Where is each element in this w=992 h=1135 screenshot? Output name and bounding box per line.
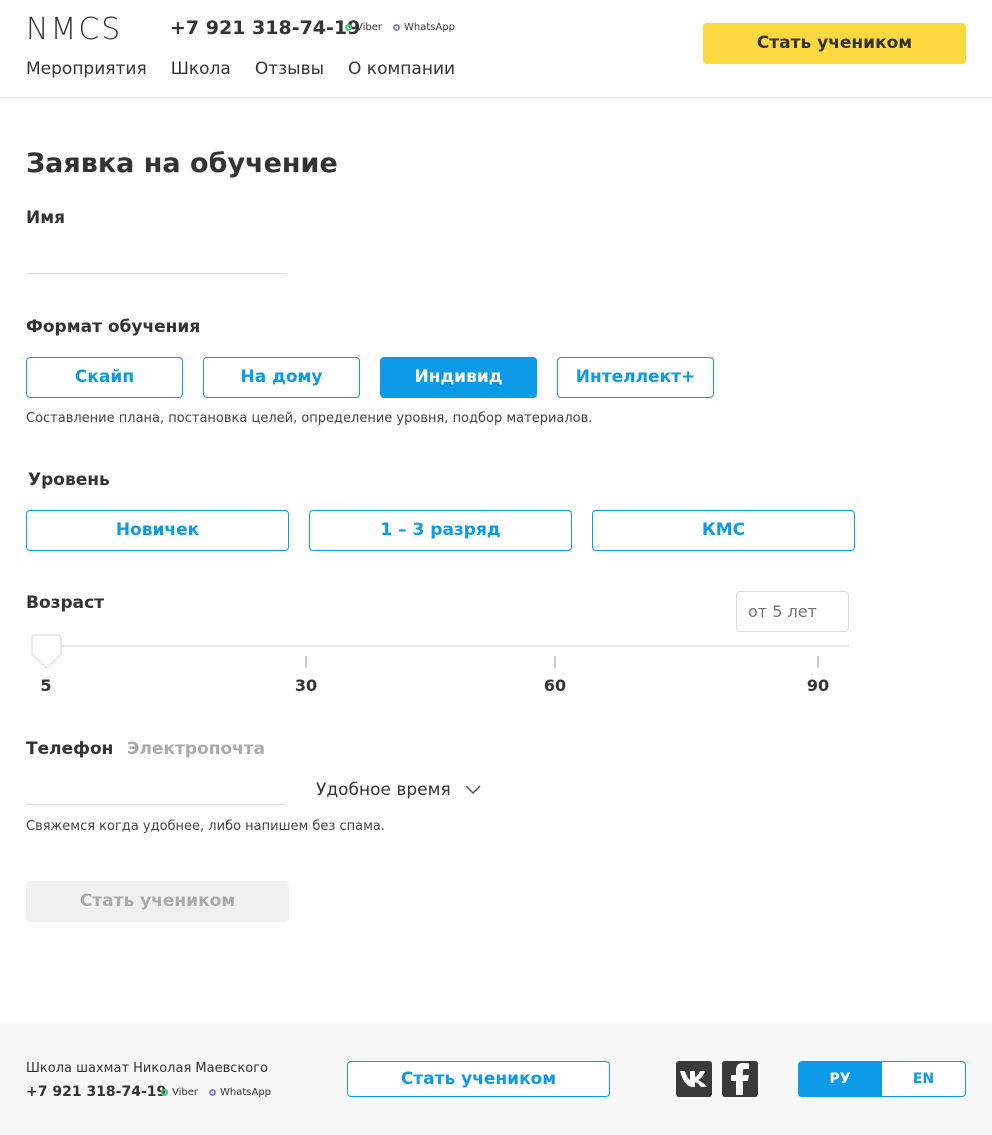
lang-en[interactable]: EN: [881, 1061, 966, 1097]
whatsapp-label: WhatsApp: [404, 22, 456, 33]
format-option-intellect[interactable]: Интеллект+: [557, 357, 714, 398]
nav-item-reviews[interactable]: Отзывы: [255, 59, 324, 79]
age-slider-track[interactable]: [46, 645, 849, 647]
lang-ru[interactable]: РУ: [798, 1061, 882, 1097]
footer-phone[interactable]: +7 921 318-74-19: [26, 1084, 166, 1100]
format-option-skype[interactable]: Скайп: [26, 357, 183, 398]
footer-viber-label: Viber: [172, 1087, 199, 1098]
age-tick-label-5: 5: [40, 676, 52, 695]
vk-icon[interactable]: [676, 1061, 712, 1097]
contact-hint: Свяжемся когда удобнее, либо напишем без…: [26, 819, 385, 834]
whatsapp-dot-icon: [209, 1089, 216, 1096]
tab-phone[interactable]: Телефон: [26, 739, 113, 759]
submit-button[interactable]: Стать учеником: [26, 881, 289, 922]
level-option-kms[interactable]: КМС: [592, 510, 855, 551]
whatsapp-link[interactable]: WhatsApp: [393, 22, 455, 33]
format-option-home[interactable]: На дому: [203, 357, 360, 398]
name-label: Имя: [26, 208, 66, 228]
age-slider-thumb[interactable]: [31, 634, 62, 670]
page-title: Заявка на обучение: [26, 148, 338, 179]
main-nav: Мероприятия Школа Отзывы О компании: [26, 59, 455, 79]
whatsapp-dot-icon: [393, 24, 400, 31]
format-option-individual[interactable]: Индивид: [380, 357, 537, 398]
nav-item-about[interactable]: О компании: [348, 59, 455, 79]
nav-item-events[interactable]: Мероприятия: [26, 59, 147, 79]
name-input[interactable]: [26, 240, 287, 274]
age-label: Возраст: [26, 593, 105, 613]
phone-input[interactable]: [26, 771, 287, 805]
age-tick-30: [305, 656, 307, 668]
level-label: Уровень: [28, 470, 110, 490]
chevron-down-icon: [465, 785, 481, 795]
viber-dot-icon: [345, 24, 352, 31]
footer-whatsapp-label: WhatsApp: [220, 1087, 272, 1098]
age-tick-label-30: 30: [294, 676, 318, 695]
level-option-beginner[interactable]: Новичек: [26, 510, 289, 551]
tab-email[interactable]: Электропочта: [127, 739, 265, 759]
facebook-icon[interactable]: [722, 1061, 758, 1097]
viber-link[interactable]: Viber: [345, 22, 382, 33]
site-header: NMCS +7 921 318-74-19 Viber WhatsApp Мер…: [0, 0, 992, 98]
logo[interactable]: NMCS: [26, 12, 122, 47]
footer-cta-button[interactable]: Стать учеником: [347, 1061, 610, 1097]
time-select[interactable]: Удобное время: [316, 780, 481, 800]
nav-item-school[interactable]: Школа: [171, 59, 231, 79]
header-cta-button[interactable]: Стать учеником: [703, 23, 966, 64]
age-input[interactable]: [736, 591, 849, 632]
age-tick-label-90: 90: [806, 676, 830, 695]
viber-dot-icon: [161, 1089, 168, 1096]
viber-label: Viber: [356, 22, 383, 33]
footer-viber-link[interactable]: Viber: [161, 1087, 198, 1098]
age-tick-label-60: 60: [543, 676, 567, 695]
footer-school-name: Школа шахмат Николая Маевского: [26, 1061, 268, 1076]
level-option-rank[interactable]: 1 – 3 разряд: [309, 510, 572, 551]
format-label: Формат обучения: [26, 317, 201, 337]
header-phone[interactable]: +7 921 318-74-19: [170, 17, 360, 39]
footer-whatsapp-link[interactable]: WhatsApp: [209, 1087, 271, 1098]
format-hint: Составление плана, постановка целей, опр…: [26, 411, 593, 426]
age-tick-60: [554, 656, 556, 668]
time-select-label: Удобное время: [316, 780, 451, 800]
age-tick-90: [817, 656, 819, 668]
